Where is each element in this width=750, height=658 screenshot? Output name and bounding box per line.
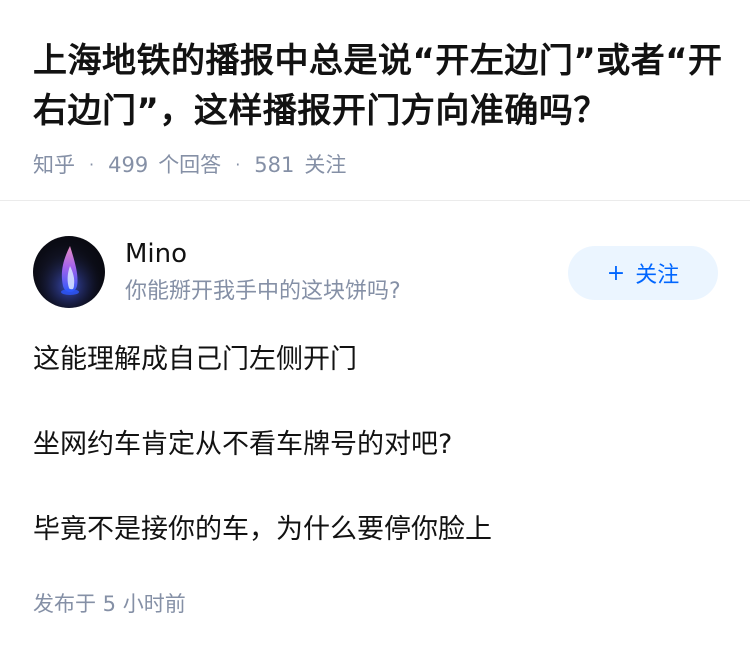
follow-label: 关注: [635, 263, 680, 288]
source-label[interactable]: 知乎: [33, 150, 75, 180]
answer-paragraph: 这能理解成自己门左侧开门: [33, 344, 357, 375]
section-divider: [0, 200, 750, 201]
meta-separator: ·: [89, 155, 95, 174]
question-header: 上海地铁的播报中总是说“开左边门”或者“开右边门”，这样播报开门方向准确吗？ 知…: [33, 36, 723, 180]
answer-paragraph: 毕竟不是接你的车，为什么要停你脸上: [33, 514, 492, 545]
question-title[interactable]: 上海地铁的播报中总是说“开左边门”或者“开右边门”，这样播报开门方向准确吗？: [33, 36, 723, 136]
avatar[interactable]: [33, 236, 105, 308]
answer-count-label[interactable]: 个回答: [158, 150, 221, 180]
question-meta: 知乎 · 499 个回答 · 581 关注: [33, 150, 723, 180]
follower-count[interactable]: 581: [254, 150, 294, 180]
follow-button[interactable]: + 关注: [568, 246, 718, 300]
published-time: 发布于 5 小时前: [33, 592, 186, 616]
author-bio: 你能掰开我手中的这块饼吗?: [125, 279, 401, 304]
author-card: Mino 你能掰开我手中的这块饼吗? + 关注: [33, 236, 718, 308]
author-name[interactable]: Mino: [125, 236, 187, 272]
follower-count-label[interactable]: 关注: [304, 150, 346, 180]
flame-avatar-icon: [33, 236, 105, 308]
plus-icon: +: [606, 260, 626, 286]
answer-page: 上海地铁的播报中总是说“开左边门”或者“开右边门”，这样播报开门方向准确吗？ 知…: [0, 0, 750, 658]
answer-body: 这能理解成自己门左侧开门 坐网约车肯定从不看车牌号的对吧? 毕竟不是接你的车，为…: [33, 338, 723, 552]
answer-count[interactable]: 499: [108, 150, 148, 180]
meta-separator: ·: [235, 155, 241, 174]
answer-paragraph: 坐网约车肯定从不看车牌号的对吧?: [33, 429, 453, 460]
